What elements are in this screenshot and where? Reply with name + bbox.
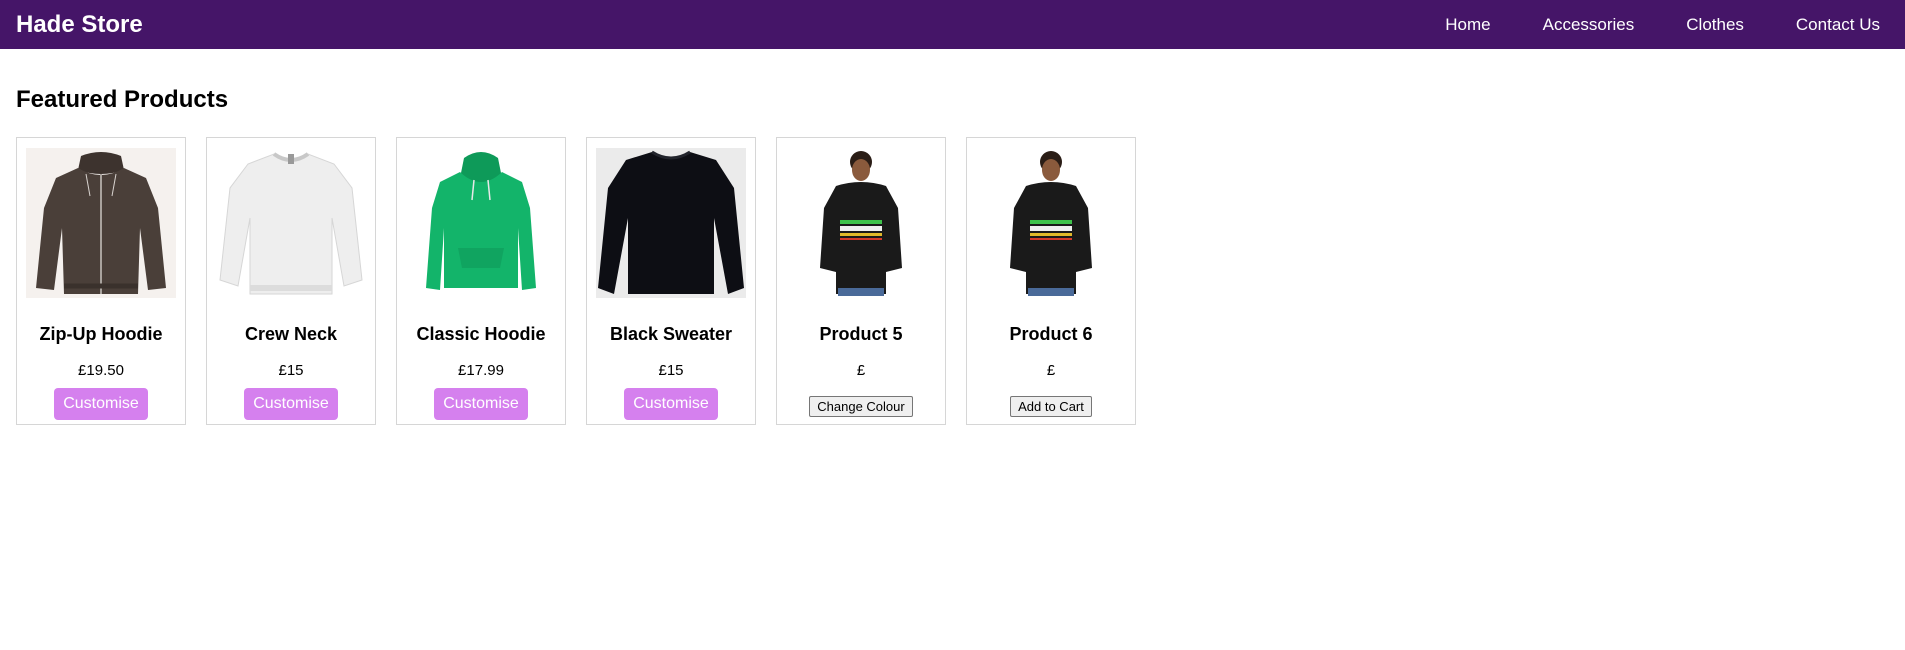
model-black-hoodie-icon	[1010, 151, 1092, 296]
product-image[interactable]	[786, 148, 936, 298]
product-price: £15	[278, 362, 304, 379]
nav-link-home[interactable]: Home	[1445, 15, 1490, 35]
customise-button[interactable]: Customise	[244, 388, 338, 420]
white-sweatshirt-icon	[219, 152, 363, 295]
product-price: £	[856, 362, 866, 379]
product-name: Product 6	[1009, 324, 1093, 344]
brown-zip-hoodie-icon	[36, 152, 166, 294]
product-name: Product 5	[819, 324, 903, 344]
nav-link-accessories[interactable]: Accessories	[1543, 15, 1635, 35]
nav-link-clothes[interactable]: Clothes	[1686, 15, 1744, 35]
green-hoodie-icon	[426, 152, 536, 290]
product-price: £	[1046, 362, 1056, 379]
product-image[interactable]	[976, 148, 1126, 298]
add-to-cart-button[interactable]: Add to Cart	[1010, 396, 1092, 417]
nav-link-contact-us[interactable]: Contact Us	[1796, 15, 1880, 35]
product-price: £19.50	[78, 362, 124, 379]
product-image[interactable]	[596, 148, 746, 298]
change-colour-button[interactable]: Change Colour	[809, 396, 913, 417]
black-sweater-icon	[598, 150, 744, 294]
product-card: Crew Neck £15 Customise	[206, 137, 376, 425]
customise-button[interactable]: Customise	[434, 388, 528, 420]
product-name: Crew Neck	[244, 324, 338, 344]
product-grid: Zip-Up Hoodie £19.50 Customise Crew Neck…	[16, 137, 1156, 425]
product-price: £15	[658, 362, 684, 379]
product-name: Classic Hoodie	[416, 324, 546, 344]
product-card: Classic Hoodie £17.99 Customise	[396, 137, 566, 425]
model-black-hoodie-icon	[820, 151, 902, 296]
product-price: £17.99	[458, 362, 504, 379]
product-card: Product 5 £ Change Colour	[776, 137, 946, 425]
product-image[interactable]	[216, 148, 366, 298]
customise-button[interactable]: Customise	[54, 388, 148, 420]
brand-logo[interactable]: Hade Store	[16, 11, 143, 39]
product-card: Zip-Up Hoodie £19.50 Customise	[16, 137, 186, 425]
section-title: Featured Products	[16, 86, 229, 113]
customise-button[interactable]: Customise	[624, 388, 718, 420]
product-card: Black Sweater £15 Customise	[586, 137, 756, 425]
product-name: Black Sweater	[609, 324, 733, 344]
top-navbar: Hade Store Home Accessories Clothes Cont…	[0, 0, 1905, 49]
product-name: Zip-Up Hoodie	[39, 324, 163, 344]
product-image[interactable]	[406, 148, 556, 298]
product-card: Product 6 £ Add to Cart	[966, 137, 1136, 425]
product-image[interactable]	[26, 148, 176, 298]
nav-links: Home Accessories Clothes Contact Us	[1445, 0, 1880, 49]
